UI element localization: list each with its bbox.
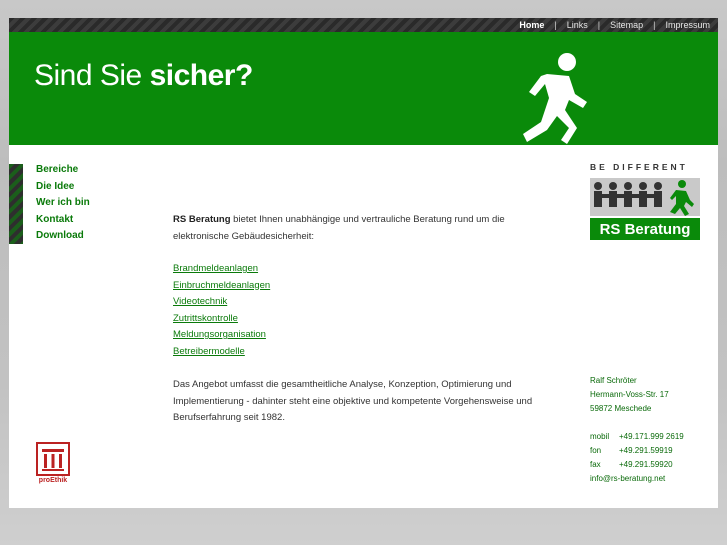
- topnav-separator: |: [554, 20, 557, 30]
- topnav-impressum-link[interactable]: Impressum: [665, 20, 710, 30]
- top-navigation: Home | Links | Sitemap | Impressum: [519, 18, 710, 32]
- contact-fon-row: fon +49.291.59919: [590, 444, 684, 458]
- topnav-sitemap-link[interactable]: Sitemap: [610, 20, 643, 30]
- leftnav-idee-link[interactable]: Die Idee: [36, 181, 74, 192]
- fon-number: +49.291.59919: [619, 446, 673, 455]
- slogan-bold: sicher?: [149, 59, 254, 92]
- mobil-label: mobil: [590, 432, 610, 441]
- outro-paragraph: Das Angebot umfasst die gesamtheitliche …: [173, 379, 533, 423]
- top-bar: Home | Links | Sitemap | Impressum: [9, 18, 718, 32]
- link-zutrittskontrolle[interactable]: Zutrittskontrolle: [173, 313, 238, 324]
- proethik-label: proEthik: [38, 477, 68, 484]
- topnav-separator: |: [597, 20, 601, 30]
- service-link-item: Videotechnik: [173, 294, 533, 311]
- logo-tagline: BE DIFFERENT: [590, 162, 688, 172]
- slogan-normal: Sind Sie: [34, 59, 150, 92]
- contact-block: Ralf Schröter Hermann-Voss-Str. 17 59872…: [590, 374, 684, 486]
- contact-fax-row: fax +49.291.59920: [590, 458, 684, 472]
- leftnav-wer-ich-bin-link[interactable]: Wer ich bin: [36, 197, 90, 208]
- fax-label: fax: [590, 460, 601, 469]
- mobil-number: +49.171.999 2619: [619, 432, 684, 441]
- service-link-item: Betreibermodelle: [173, 344, 533, 361]
- topnav-links-link[interactable]: Links: [567, 20, 588, 30]
- contact-street: Hermann-Voss-Str. 17: [590, 390, 669, 399]
- header-banner: Sind Sie sicher?: [9, 32, 718, 145]
- contact-mobil-row: mobil +49.171.999 2619: [590, 430, 684, 444]
- fax-number: +49.291.59920: [619, 460, 673, 469]
- leftnav-item: Kontakt: [36, 214, 90, 231]
- rs-beratung-logo: BE DIFFERENT RS Beratung: [590, 162, 700, 242]
- logo-name: RS Beratung: [600, 221, 691, 238]
- contact-email[interactable]: info@rs-beratung.net: [590, 472, 684, 486]
- service-link-item: Einbruchmeldeanlagen: [173, 278, 533, 295]
- link-betreibermodelle[interactable]: Betreibermodelle: [173, 346, 245, 357]
- topnav-home-link[interactable]: Home: [519, 20, 544, 30]
- contact-city: 59872 Meschede: [590, 404, 652, 413]
- fon-label: fon: [590, 446, 602, 455]
- service-link-item: Zutrittskontrolle: [173, 311, 533, 328]
- topnav-separator: |: [653, 20, 656, 30]
- service-link-item: Brandmeldeanlagen: [173, 261, 533, 278]
- link-meldungsorganisation[interactable]: Meldungsorganisation: [173, 329, 266, 340]
- leftnav-item: Wer ich bin: [36, 197, 90, 214]
- leftnav-bereiche-link[interactable]: Bereiche: [36, 164, 78, 175]
- leftnav-item: Download: [36, 230, 90, 247]
- pillars-icon: [36, 442, 70, 476]
- link-videotechnik[interactable]: Videotechnik: [173, 296, 227, 307]
- intro-company-name: RS Beratung: [173, 214, 231, 225]
- header-slogan: Sind Sie sicher?: [34, 59, 253, 93]
- left-navigation: Bereiche Die Idee Wer ich bin Kontakt Do…: [36, 164, 90, 247]
- link-brandmeldeanlagen[interactable]: Brandmeldeanlagen: [173, 263, 258, 274]
- leftnav-item: Die Idee: [36, 181, 90, 198]
- main-content: RS Beratung bietet Ihnen unabhängige und…: [173, 212, 533, 427]
- link-einbruchmeldeanlagen[interactable]: Einbruchmeldeanlagen: [173, 280, 270, 291]
- service-link-item: Meldungsorganisation: [173, 327, 533, 344]
- logo-figures-icon: RS Beratung: [590, 178, 700, 240]
- proethik-logo[interactable]: proEthik: [33, 442, 73, 488]
- leftnav-kontakt-link[interactable]: Kontakt: [36, 214, 73, 225]
- intro-paragraph: RS Beratung bietet Ihnen unabhängige und…: [173, 212, 533, 245]
- leftnav-item: Bereiche: [36, 164, 90, 181]
- contact-name: Ralf Schröter: [590, 376, 637, 385]
- service-links: Brandmeldeanlagen Einbruchmeldeanlagen V…: [173, 261, 533, 360]
- leftnav-download-link[interactable]: Download: [36, 230, 84, 241]
- left-stripe-decoration: [9, 164, 23, 244]
- page: Home | Links | Sitemap | Impressum Sind …: [9, 18, 718, 508]
- running-man-icon: [523, 53, 587, 144]
